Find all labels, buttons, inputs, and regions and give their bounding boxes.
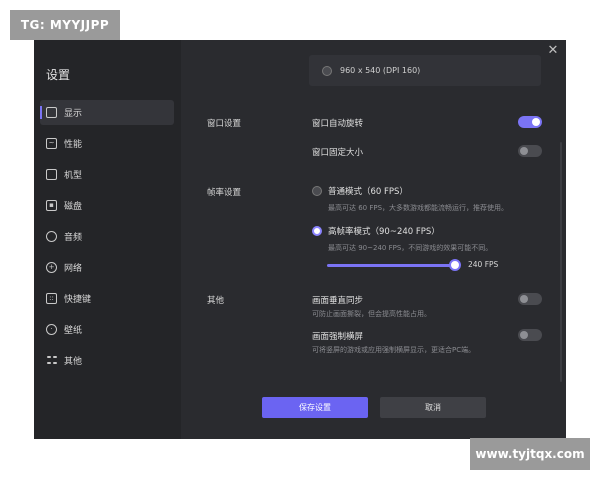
fixed-size-toggle[interactable] <box>518 145 542 157</box>
monitor-icon <box>46 107 57 118</box>
sidebar-item-label: 快捷键 <box>64 295 92 305</box>
normal-mode-option[interactable]: 普通模式（60 FPS） <box>312 185 408 197</box>
sidebar-item-wallpaper[interactable]: · 壁纸 <box>40 317 174 342</box>
sidebar-item-shortcuts[interactable]: :: 快捷键 <box>40 286 174 311</box>
auto-rotate-label: 窗口自动旋转 <box>312 119 364 129</box>
vsync-label: 画面垂直同步 <box>312 296 364 306</box>
resolution-radio[interactable] <box>322 65 332 76</box>
settings-window: 设置 显示 ~ 性能 机型 ▪ 磁盘 音频 + 网络:: 快捷键 · 壁纸 其… <box>34 40 566 439</box>
sidebar-item-label: 显示 <box>64 109 83 119</box>
frame-rate-heading: 帧率设置 <box>207 188 242 198</box>
watermark-bottom: www.tyjtqx.com <box>470 438 590 470</box>
sidebar-item-label: 机型 <box>64 171 83 181</box>
sidebar-title: 设置 <box>46 68 71 82</box>
network-icon: + <box>46 262 57 273</box>
vsync-desc: 可防止画面撕裂，但会提高性能占用。 <box>312 310 431 318</box>
fps-slider-value: 240 FPS <box>468 260 499 269</box>
normal-mode-desc: 最高可达 60 FPS，大多数游戏都能流畅运行，推荐使用。 <box>328 204 509 212</box>
sidebar-item-network[interactable]: + 网络 <box>40 255 174 280</box>
normal-mode-radio[interactable] <box>312 186 322 196</box>
high-fps-desc: 最高可达 90~240 FPS，不同游戏的效果可能不同。 <box>328 244 493 252</box>
keyboard-icon: :: <box>46 293 57 304</box>
vsync-toggle[interactable] <box>518 293 542 305</box>
other-heading: 其他 <box>207 296 225 306</box>
sidebar-item-label: 壁纸 <box>64 326 83 336</box>
high-fps-option[interactable]: 高帧率模式（90~240 FPS） <box>312 225 440 237</box>
sidebar-item-other[interactable]: 其他 <box>40 348 174 373</box>
auto-rotate-toggle[interactable] <box>518 116 542 128</box>
window-settings-heading: 窗口设置 <box>207 119 242 129</box>
performance-icon: ~ <box>46 138 57 149</box>
fixed-size-label: 窗口固定大小 <box>312 148 364 158</box>
sidebar-item-label: 磁盘 <box>64 202 83 212</box>
high-fps-radio[interactable] <box>312 226 322 236</box>
sidebar-item-label: 网络 <box>64 264 83 274</box>
sidebar-item-label: 音频 <box>64 233 83 243</box>
disk-icon: ▪ <box>46 200 57 211</box>
normal-mode-label: 普通模式（60 FPS） <box>328 187 408 197</box>
sidebar: 设置 显示 ~ 性能 机型 ▪ 磁盘 音频 + 网络:: 快捷键 · 壁纸 其… <box>34 40 181 439</box>
high-fps-label: 高帧率模式（90~240 FPS） <box>328 227 440 237</box>
settings-content: 960 x 540 (DPI 160) 窗口设置 窗口自动旋转 窗口固定大小 帧… <box>181 40 566 439</box>
wallpaper-icon: · <box>46 324 57 335</box>
apps-icon <box>46 355 57 366</box>
audio-icon <box>46 231 57 242</box>
cancel-button[interactable]: 取消 <box>380 397 486 418</box>
sidebar-item-device[interactable]: 机型 <box>40 162 174 187</box>
fps-slider-track[interactable] <box>327 264 457 267</box>
watermark-top: TG: MYYJJPP <box>10 10 120 40</box>
sidebar-item-label: 性能 <box>64 140 83 150</box>
force-landscape-toggle[interactable] <box>518 329 542 341</box>
force-landscape-label: 画面强制横屏 <box>312 332 364 342</box>
sidebar-item-disk[interactable]: ▪ 磁盘 <box>40 193 174 218</box>
force-landscape-desc: 可将竖屏的游戏或应用强制横屏显示，更适合PC端。 <box>312 346 476 354</box>
sidebar-nav: 显示 ~ 性能 机型 ▪ 磁盘 音频 + 网络 :: 快捷键 · 壁纸 其他 <box>40 100 174 379</box>
sidebar-item-label: 其他 <box>64 357 83 367</box>
device-icon <box>46 169 57 180</box>
sidebar-item-audio[interactable]: 音频 <box>40 224 174 249</box>
fps-slider-handle[interactable] <box>449 259 461 271</box>
sidebar-item-display[interactable]: 显示 <box>40 100 174 125</box>
save-settings-button[interactable]: 保存设置 <box>262 397 368 418</box>
resolution-label: 960 x 540 (DPI 160) <box>340 66 421 75</box>
content-scrollbar[interactable] <box>560 142 562 382</box>
sidebar-item-performance[interactable]: ~ 性能 <box>40 131 174 156</box>
resolution-option[interactable]: 960 x 540 (DPI 160) <box>309 55 541 86</box>
